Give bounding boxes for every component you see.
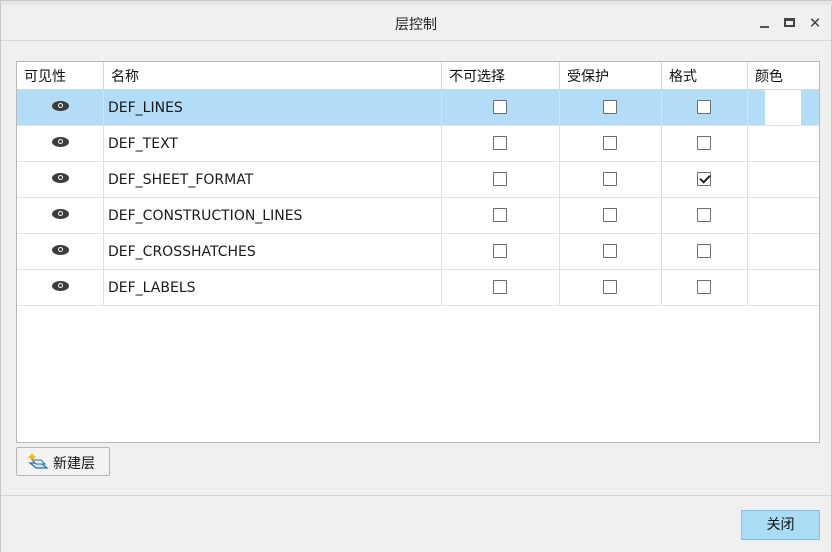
- format-checkbox[interactable]: [697, 136, 711, 150]
- eye-icon[interactable]: [52, 209, 69, 219]
- protected-cell: [560, 198, 662, 233]
- not-selectable-checkbox[interactable]: [493, 208, 507, 222]
- close-button[interactable]: 关闭: [741, 510, 820, 540]
- format-cell: [662, 162, 748, 197]
- visibility-cell: [17, 90, 104, 125]
- new-layer-button[interactable]: 新建层: [16, 447, 110, 476]
- color-cell: [748, 90, 819, 125]
- header-format[interactable]: 格式: [662, 62, 748, 89]
- protected-cell: [560, 270, 662, 305]
- protected-checkbox[interactable]: [603, 136, 617, 150]
- new-layer-label: 新建层: [53, 456, 95, 472]
- protected-checkbox[interactable]: [603, 172, 617, 186]
- format-cell: [662, 90, 748, 125]
- protected-checkbox[interactable]: [603, 280, 617, 294]
- protected-checkbox[interactable]: [603, 244, 617, 258]
- color-cell: [748, 198, 819, 233]
- title-bar[interactable]: 层控制 ✕: [1, 5, 831, 41]
- format-cell: [662, 234, 748, 269]
- table-row[interactable]: DEF_LINES: [17, 90, 819, 126]
- color-swatch[interactable]: [765, 90, 801, 125]
- minimize-icon[interactable]: [755, 13, 775, 33]
- close-icon[interactable]: ✕: [805, 13, 825, 33]
- color-cell: [748, 234, 819, 269]
- eye-icon[interactable]: [52, 173, 69, 183]
- layer-name: DEF_CONSTRUCTION_LINES: [104, 198, 442, 233]
- dialog-title: 层控制: [395, 17, 437, 33]
- table-row[interactable]: DEF_CROSSHATCHES: [17, 234, 819, 270]
- header-protected[interactable]: 受保护: [560, 62, 662, 89]
- layer-name: DEF_LABELS: [104, 270, 442, 305]
- format-cell: [662, 270, 748, 305]
- format-checkbox[interactable]: [697, 100, 711, 114]
- not-selectable-cell: [442, 126, 560, 161]
- not-selectable-checkbox[interactable]: [493, 136, 507, 150]
- eye-icon[interactable]: [52, 101, 69, 111]
- layer-name: DEF_LINES: [104, 90, 442, 125]
- not-selectable-cell: [442, 198, 560, 233]
- maximize-icon[interactable]: [780, 13, 800, 33]
- format-cell: [662, 126, 748, 161]
- not-selectable-cell: [442, 90, 560, 125]
- eye-icon[interactable]: [52, 281, 69, 291]
- not-selectable-cell: [442, 234, 560, 269]
- not-selectable-checkbox[interactable]: [493, 280, 507, 294]
- table-row[interactable]: DEF_SHEET_FORMAT: [17, 162, 819, 198]
- table-row[interactable]: DEF_TEXT: [17, 126, 819, 162]
- layer-name: DEF_TEXT: [104, 126, 442, 161]
- header-visibility[interactable]: 可见性: [17, 62, 104, 89]
- protected-cell: [560, 126, 662, 161]
- layer-name: DEF_CROSSHATCHES: [104, 234, 442, 269]
- format-cell: [662, 198, 748, 233]
- table-row[interactable]: DEF_CONSTRUCTION_LINES: [17, 198, 819, 234]
- not-selectable-cell: [442, 270, 560, 305]
- layer-name: DEF_SHEET_FORMAT: [104, 162, 442, 197]
- visibility-cell: [17, 162, 104, 197]
- visibility-cell: [17, 234, 104, 269]
- layer-control-dialog: 层控制 ✕ 可见性 名称 不可选择 受保护 格式 颜色 DEF_LINES DEF…: [0, 0, 832, 552]
- table-header: 可见性 名称 不可选择 受保护 格式 颜色: [17, 62, 819, 90]
- visibility-cell: [17, 198, 104, 233]
- dialog-footer: 关闭: [1, 495, 831, 552]
- layer-table: 可见性 名称 不可选择 受保护 格式 颜色 DEF_LINES DEF_TEXT D…: [16, 61, 820, 443]
- protected-checkbox[interactable]: [603, 100, 617, 114]
- color-cell: [748, 162, 819, 197]
- new-layer-icon: [28, 453, 49, 469]
- header-name[interactable]: 名称: [104, 62, 442, 89]
- table-row[interactable]: DEF_LABELS: [17, 270, 819, 306]
- protected-cell: [560, 90, 662, 125]
- eye-icon[interactable]: [52, 245, 69, 255]
- protected-cell: [560, 162, 662, 197]
- not-selectable-checkbox[interactable]: [493, 100, 507, 114]
- protected-checkbox[interactable]: [603, 208, 617, 222]
- format-checkbox[interactable]: [697, 280, 711, 294]
- visibility-cell: [17, 270, 104, 305]
- visibility-cell: [17, 126, 104, 161]
- color-cell: [748, 270, 819, 305]
- eye-icon[interactable]: [52, 137, 69, 147]
- protected-cell: [560, 234, 662, 269]
- color-cell: [748, 126, 819, 161]
- header-color[interactable]: 颜色: [748, 62, 819, 89]
- not-selectable-cell: [442, 162, 560, 197]
- not-selectable-checkbox[interactable]: [493, 172, 507, 186]
- format-checkbox[interactable]: [697, 172, 711, 186]
- format-checkbox[interactable]: [697, 244, 711, 258]
- header-not-selectable[interactable]: 不可选择: [442, 62, 560, 89]
- not-selectable-checkbox[interactable]: [493, 244, 507, 258]
- format-checkbox[interactable]: [697, 208, 711, 222]
